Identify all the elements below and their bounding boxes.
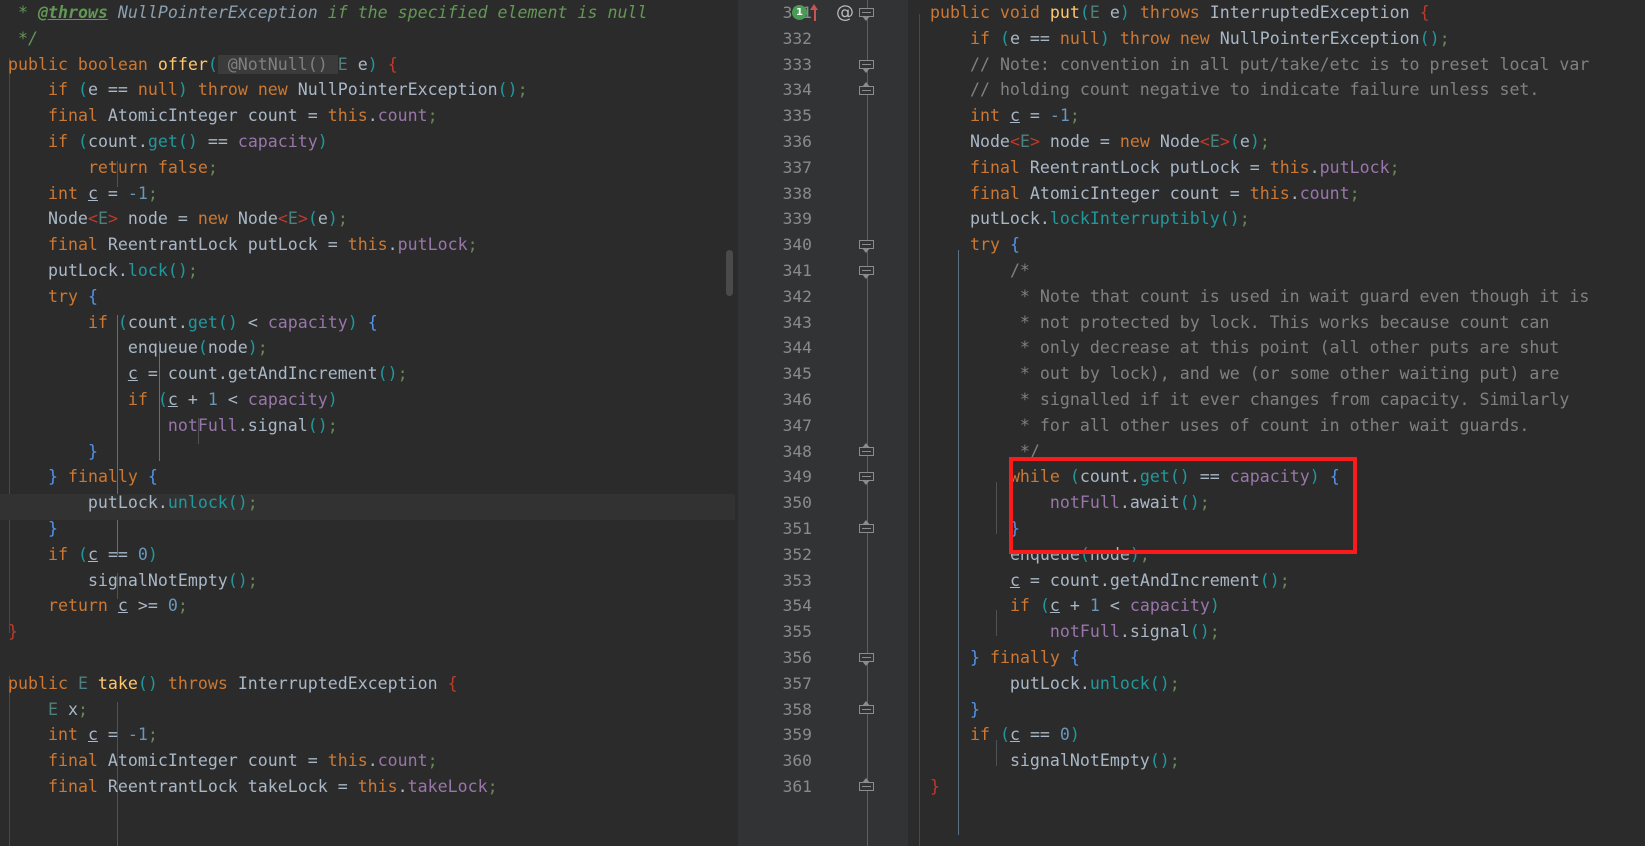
code-line: * Note that count is used in wait guard … (1019, 286, 1590, 306)
code-line: signalNotEmpty(); (87, 570, 258, 590)
code-line: signalNotEmpty(); (1009, 751, 1180, 771)
code-line: public E take() throws InterruptedExcept… (8, 673, 458, 693)
code-line: public void put(E e) throws InterruptedE… (930, 3, 1430, 22)
fold-marker[interactable] (859, 266, 876, 279)
code-line: c = count.getAndIncrement(); (1009, 570, 1290, 590)
right-gutter[interactable]: 1 @ 331332333334335336337338339340341342… (738, 0, 908, 846)
code-line: if (e == null) throw new NullPointerExce… (47, 80, 528, 100)
code-line: return false; (87, 157, 218, 177)
code-line: Node<E> node = new Node<E>(e); (8, 209, 348, 229)
code-line: int c = -1; (969, 106, 1080, 126)
code-line: enqueue(node); (127, 338, 268, 358)
code-line: } (930, 776, 940, 796)
code-line: putLock.unlock(); (8, 493, 258, 513)
code-line: } finally { (47, 467, 158, 487)
right-code-area[interactable]: public void put(E e) throws InterruptedE… (908, 0, 1645, 800)
code-line: } (1009, 518, 1020, 538)
code-line: notFull.signal(); (1049, 622, 1220, 642)
code-line: while (count.get() == capacity) { (1009, 467, 1340, 487)
code-line: notFull.await(); (1049, 493, 1210, 513)
editor-split-view: * @throws NullPointerException if the sp… (0, 0, 1645, 846)
fold-marker[interactable] (859, 8, 876, 21)
annotation-marker-icon[interactable]: @ (836, 4, 854, 22)
code-line: E x; (47, 699, 88, 719)
code-line: final ReentrantLock putLock = this.putLo… (47, 235, 478, 255)
code-line: * not protected by lock. This works beca… (1019, 312, 1550, 332)
code-line: } (969, 699, 980, 719)
code-line: if (e == null) throw new NullPointerExce… (969, 28, 1450, 48)
code-line: * @throws NullPointerException if the sp… (8, 3, 648, 22)
code-line: enqueue(node); (1009, 544, 1150, 564)
code-line: int c = -1; (47, 183, 158, 203)
fold-marker[interactable] (859, 472, 876, 485)
inspection-count-badge[interactable]: 1 (792, 5, 807, 20)
code-line: if (c + 1 < capacity) (127, 389, 338, 409)
code-line: } (87, 441, 98, 461)
code-line: final ReentrantLock takeLock = this.take… (47, 776, 498, 796)
code-line: putLock.lock(); (8, 260, 198, 280)
code-line: try { (969, 235, 1020, 255)
code-line: * out by lock), and we (or some other wa… (1019, 364, 1560, 384)
code-line: if (c + 1 < capacity) (1009, 596, 1220, 616)
code-line: if (count.get() < capacity) { (87, 312, 378, 332)
code-line: final ReentrantLock putLock = this.putLo… (969, 157, 1400, 177)
fold-ruler (867, 0, 868, 846)
code-line: Node<E> node = new Node<E>(e); (930, 131, 1270, 151)
fold-marker[interactable] (859, 520, 876, 535)
code-line: if (c == 0) (47, 544, 158, 564)
fold-marker[interactable] (859, 60, 876, 73)
right-editor-pane[interactable]: 1 @ 331332333334335336337338339340341342… (738, 0, 1645, 846)
code-line: /* (1009, 260, 1030, 280)
fold-marker[interactable] (859, 82, 876, 97)
code-line: final AtomicInteger count = this.count; (969, 183, 1360, 203)
code-line: public boolean offer( @NotNull() E e) { (8, 54, 398, 74)
code-line: // Note: convention in all put/take/etc … (969, 54, 1590, 74)
right-code-container[interactable]: public void put(E e) throws InterruptedE… (908, 0, 1645, 846)
code-line: notFull.signal(); (167, 415, 338, 435)
fold-marker[interactable] (859, 653, 876, 666)
fold-marker[interactable] (859, 443, 876, 458)
fold-marker[interactable] (859, 778, 876, 793)
code-line: int c = -1; (47, 725, 158, 745)
fold-marker[interactable] (859, 701, 876, 716)
left-editor-pane[interactable]: * @throws NullPointerException if the sp… (0, 0, 735, 846)
code-line: */ (8, 28, 38, 48)
code-line: return c >= 0; (47, 596, 188, 616)
code-line: putLock.lockInterruptibly(); (930, 209, 1250, 229)
left-code-area[interactable]: * @throws NullPointerException if the sp… (0, 0, 735, 800)
code-line: * signalled if it ever changes from capa… (1019, 389, 1570, 409)
code-line: } (47, 518, 58, 538)
code-line: * only decrease at this point (all other… (1019, 338, 1560, 358)
code-line: final AtomicInteger count = this.count; (47, 106, 438, 126)
code-line: */ (1019, 441, 1040, 461)
code-line: if (c == 0) (969, 725, 1080, 745)
code-line: final AtomicInteger count = this.count; (47, 751, 438, 771)
code-line: } finally { (969, 647, 1080, 667)
code-line: // holding count negative to indicate fa… (969, 80, 1540, 100)
fold-marker[interactable] (859, 240, 876, 253)
code-line: * for all other uses of count in other w… (1019, 415, 1530, 435)
code-line: } (8, 622, 18, 642)
code-line: putLock.unlock(); (930, 673, 1180, 693)
code-line: if (count.get() == capacity) (47, 131, 328, 151)
code-line: c = count.getAndIncrement(); (127, 364, 408, 384)
gutter-icons: 1 @ (738, 0, 908, 846)
code-line: try { (47, 286, 98, 306)
vertical-scrollbar-thumb[interactable] (726, 250, 733, 296)
